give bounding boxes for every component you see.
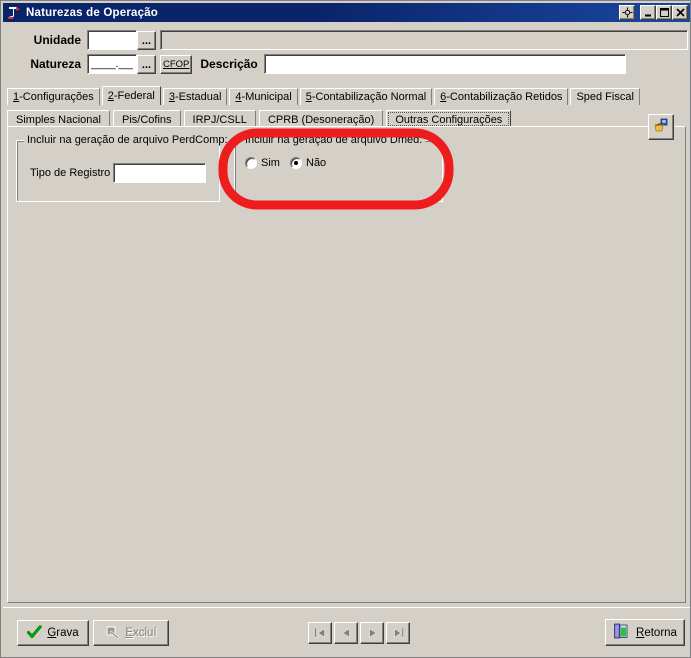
nav-previous-button[interactable] [334,622,358,644]
descricao-label: Descrição [200,57,258,71]
header-fields: Unidade ... Natureza ... CFOP Descrição [3,24,690,80]
application-icon [6,5,22,21]
delete-button-label: Excluí [125,627,157,639]
close-button[interactable] [672,5,688,20]
radio-sim-label: Sim [261,157,280,169]
dmed-radio-sim[interactable]: Sim [245,157,280,169]
delete-button[interactable]: Excluí [93,620,169,646]
exit-door-icon [613,623,631,643]
perdcomp-group-title: Incluir na geração de arquivo PerdComp: [24,134,231,146]
tab-sped-fiscal[interactable]: Sped Fiscal [570,88,640,105]
nav-first-button[interactable] [308,622,332,644]
tab-configuracoes[interactable]: 1 -Configurações [7,88,100,105]
tab-municipal[interactable]: 4 -Municipal [229,88,298,105]
tipo-registro-input[interactable] [113,163,206,183]
nav-last-button[interactable] [386,622,410,644]
unidade-row: Unidade ... [3,30,688,50]
unidade-lookup-button[interactable]: ... [137,30,156,50]
export-basket-button[interactable] [648,114,674,140]
application-window: Naturezas de Operação Unidade ... Nature… [0,0,691,658]
title-bar: Naturezas de Operação [3,3,690,22]
save-button-label: Grava [47,627,79,639]
minimize-button[interactable] [640,5,656,20]
unidade-input[interactable] [87,30,137,50]
maximize-button[interactable] [656,5,672,20]
dmed-group-box: Incluir na geração de arquivo Dmed: Sim … [234,134,443,202]
save-button[interactable]: Grava [17,620,89,646]
unidade-label: Unidade [33,33,81,47]
unidade-description-field [160,30,688,50]
delete-icon [105,625,120,642]
return-button[interactable]: Retorna [605,619,685,646]
nav-next-button[interactable] [360,622,384,644]
radio-nao-indicator [290,157,302,169]
main-tab-strip: 1 -Configurações 2 -Federal 3 -Estadual 4 -M… [7,86,686,105]
move-resize-button[interactable] [619,5,635,20]
descricao-input[interactable] [263,54,626,74]
window-title: Naturezas de Operação [26,6,159,19]
radio-sim-indicator [245,157,257,169]
natureza-lookup-button[interactable]: ... [137,54,156,74]
natureza-row: Natureza ... CFOP Descrição [3,54,626,74]
tipo-registro-label: Tipo de Registro [30,167,111,179]
tab-contabilizacao-normal[interactable]: 5 -Contabilização Normal [299,88,433,105]
green-check-icon [27,624,43,642]
perdcomp-group-box: Incluir na geração de arquivo PerdComp: … [16,134,231,202]
cfop-button[interactable]: CFOP [160,54,193,74]
tab-estadual[interactable]: 3 -Estadual [162,88,228,105]
natureza-input[interactable] [87,54,137,74]
dmed-group-title: Incluir na geração de arquivo Dmed: [242,134,426,146]
sub-tab-strip: Simples Nacional Pis/Cofins IRPJ/CSLL CP… [7,108,686,128]
tab-contabilizacao-retidos[interactable]: 6 -Contabilização Retidos [434,88,569,105]
cfop-button-label: CFOP [163,58,190,70]
dmed-radio-nao[interactable]: Não [290,157,326,169]
natureza-label: Natureza [30,57,81,71]
titlebar-button-group [619,5,688,20]
tab-federal[interactable]: 2 -Federal [101,86,161,105]
return-button-label: Retorna [636,626,677,639]
radio-nao-label: Não [306,157,327,169]
export-basket-icon [652,117,670,138]
footer-toolbar: Grava Excluí Retorna [3,607,690,655]
content-panel: Incluir na geração de arquivo PerdComp: … [7,114,686,603]
